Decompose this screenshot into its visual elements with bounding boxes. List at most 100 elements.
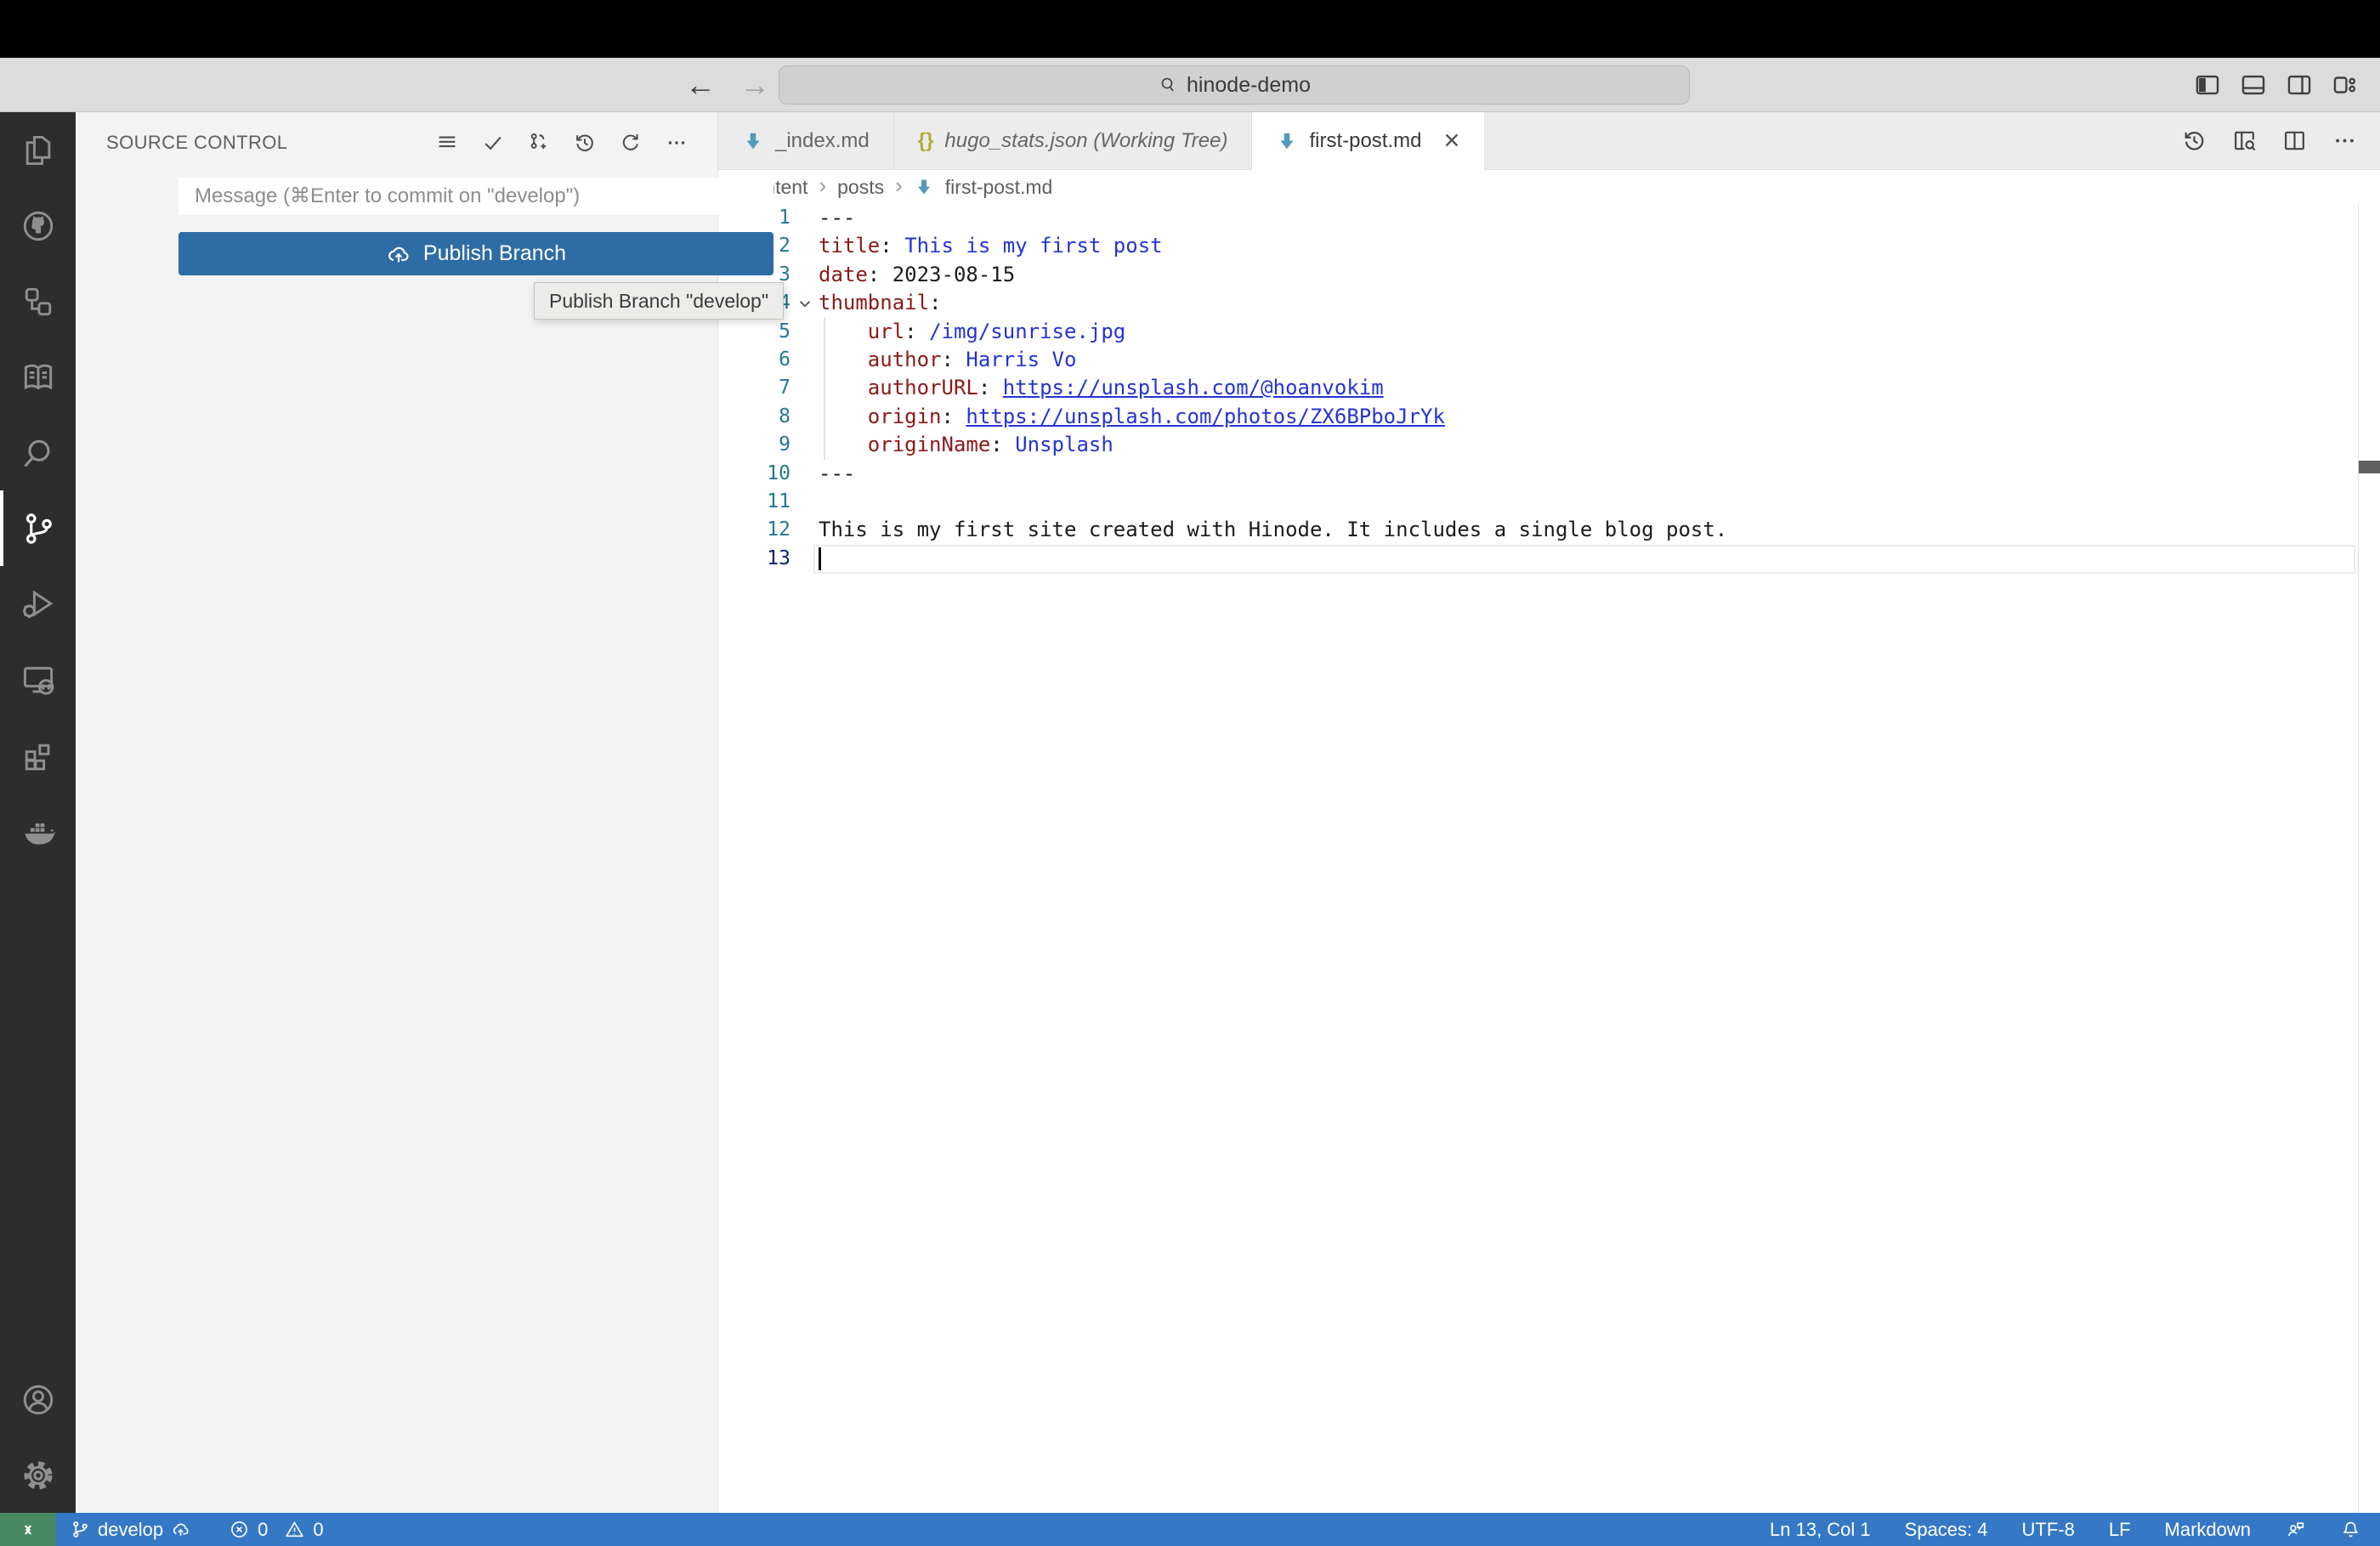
code-line: 9 originName: Unsplash — [718, 431, 2380, 460]
docs-book-icon[interactable] — [0, 339, 76, 415]
code-line: 10 --- — [718, 460, 2380, 488]
encoding-item[interactable]: UTF-8 — [2022, 1519, 2075, 1541]
open-preview-icon[interactable] — [2231, 127, 2258, 154]
publish-cloud-icon — [173, 1523, 189, 1536]
code-line: 12 This is my first site created with Hi… — [718, 516, 2380, 544]
code-line: 5 url: /img/sunrise.jpg — [718, 317, 2380, 347]
publish-branch-label: Publish Branch — [422, 241, 567, 265]
chevron-right-icon: › — [895, 173, 903, 198]
problems-status-item[interactable]: 0 0 — [229, 1519, 324, 1541]
source-control-icon[interactable] — [0, 490, 76, 566]
code-line: 6 author: Harris Vo — [718, 345, 2380, 375]
line-number: 9 — [779, 433, 790, 456]
activity-bar — [0, 112, 76, 1513]
cloud-upload-icon — [388, 246, 409, 262]
refresh-icon[interactable] — [619, 131, 643, 155]
eol-item[interactable]: LF — [2109, 1519, 2131, 1541]
toggle-primary-sidebar-icon[interactable] — [2193, 71, 2222, 99]
toggle-panel-icon[interactable] — [2239, 71, 2268, 99]
code-line: 2 title: This is my first post — [718, 232, 2380, 260]
fold-chevron-icon[interactable] — [796, 294, 814, 313]
source-control-panel: SOURCE CONTROL Publish Branch — [76, 112, 774, 1513]
line-number: 10 — [767, 462, 790, 484]
navigate-forward-button[interactable]: → — [740, 67, 770, 103]
tab-hugo-stats-json[interactable]: {} hugo_stats.json (Working Tree) — [893, 112, 1253, 169]
view-as-list-icon[interactable] — [435, 131, 459, 155]
tab-first-post-md[interactable]: first-post.md ✕ — [1252, 112, 1486, 170]
search-icon — [1161, 77, 1174, 92]
timeline-history-icon[interactable] — [2181, 127, 2207, 154]
line-number: 12 — [767, 518, 790, 541]
code-line: 11 — [718, 488, 2380, 516]
editor-group: _index.md {} hugo_stats.json (Working Tr… — [718, 112, 2380, 1513]
line-number: 6 — [779, 348, 790, 371]
errors-icon — [231, 1521, 247, 1538]
notifications-item[interactable] — [2340, 1519, 2361, 1540]
code-line: 8 origin: https://unsplash.com/photos/ZX… — [718, 402, 2380, 432]
code-line: 4 thumbnail: — [718, 289, 2380, 317]
command-center-search[interactable]: hinode-demo — [779, 65, 1690, 105]
history-icon[interactable] — [573, 131, 597, 155]
feedback-item[interactable] — [2285, 1519, 2306, 1540]
branch-status-item[interactable]: develop — [70, 1519, 191, 1541]
more-actions-icon[interactable] — [2332, 127, 2358, 154]
overview-ruler[interactable] — [2358, 204, 2380, 1513]
language-mode-item[interactable]: Markdown — [2165, 1519, 2251, 1541]
code-line-current: 13 — [718, 545, 2380, 573]
search-value: hinode-demo — [1187, 72, 1311, 97]
text-cursor — [819, 546, 821, 570]
remote-window-icon — [25, 1524, 31, 1535]
screen-top-strip — [0, 0, 2380, 58]
code-line: 1 --- — [718, 204, 2380, 232]
references-hierarchy-icon[interactable] — [0, 263, 76, 339]
extensions-icon[interactable] — [0, 717, 76, 793]
commit-message-input[interactable] — [178, 178, 774, 215]
panel-title: SOURCE CONTROL — [106, 132, 288, 153]
docker-icon[interactable] — [0, 793, 76, 869]
publish-branch-tooltip: Publish Branch "develop" — [534, 282, 784, 320]
search-sidebar-icon[interactable] — [0, 415, 76, 490]
remote-indicator[interactable] — [0, 1513, 56, 1546]
settings-gear-icon[interactable] — [0, 1437, 76, 1513]
line-number: 7 — [779, 377, 790, 399]
toggle-secondary-sidebar-icon[interactable] — [2285, 71, 2314, 99]
line-number: 13 — [767, 546, 790, 569]
tab-label: _index.md — [775, 128, 870, 152]
commit-check-icon[interactable] — [481, 131, 505, 155]
cursor-position-item[interactable]: Ln 13, Col 1 — [1770, 1519, 1871, 1541]
line-number: 2 — [779, 235, 790, 258]
split-editor-icon[interactable] — [2281, 127, 2308, 154]
close-tab-icon[interactable]: ✕ — [1442, 130, 1460, 152]
chevron-right-icon: › — [819, 173, 827, 198]
hyperlink[interactable]: https://unsplash.com/photos/ZX6BPboJrYk — [966, 405, 1445, 428]
activity-bar-spacer — [0, 869, 76, 1362]
explorer-icon[interactable] — [0, 112, 76, 188]
editor-actions — [2159, 112, 2380, 169]
hyperlink[interactable]: https://unsplash.com/@hoanvokim — [1003, 376, 1384, 399]
breadcrumb-item-posts[interactable]: posts — [837, 176, 884, 199]
breadcrumb-item-file[interactable]: first-post.md — [945, 176, 1053, 199]
github-icon[interactable] — [0, 188, 76, 263]
accounts-icon[interactable] — [0, 1362, 76, 1437]
run-debug-icon[interactable] — [0, 566, 76, 642]
code-line: 7 authorURL: https://unsplash.com/@hoanv… — [718, 374, 2380, 404]
remote-explorer-icon[interactable] — [0, 642, 76, 717]
indentation-item[interactable]: Spaces: 4 — [1905, 1519, 1988, 1541]
navigate-back-button[interactable]: ← — [685, 67, 716, 103]
markdown-file-icon — [1280, 133, 1295, 150]
warning-count: 0 — [313, 1518, 324, 1540]
tab-label: hugo_stats.json (Working Tree) — [944, 128, 1228, 152]
code-editor[interactable]: 1 --- 2 title: This is my first post 3 d… — [718, 204, 2380, 1513]
tab-bar: _index.md {} hugo_stats.json (Working Tr… — [718, 112, 2380, 170]
warnings-icon — [286, 1521, 304, 1538]
breadcrumb: content › posts › first-post.md — [718, 170, 2380, 204]
error-count: 0 — [258, 1518, 269, 1540]
create-branch-icon[interactable] — [527, 131, 551, 155]
publish-branch-button[interactable]: Publish Branch — [178, 232, 774, 275]
tab-index-md[interactable]: _index.md — [718, 112, 894, 169]
json-file-icon: {} — [917, 128, 934, 152]
tab-label: first-post.md — [1309, 129, 1422, 152]
markdown-file-icon — [917, 179, 930, 195]
more-actions-icon[interactable] — [665, 131, 688, 155]
customize-layout-icon[interactable] — [2331, 71, 2360, 99]
